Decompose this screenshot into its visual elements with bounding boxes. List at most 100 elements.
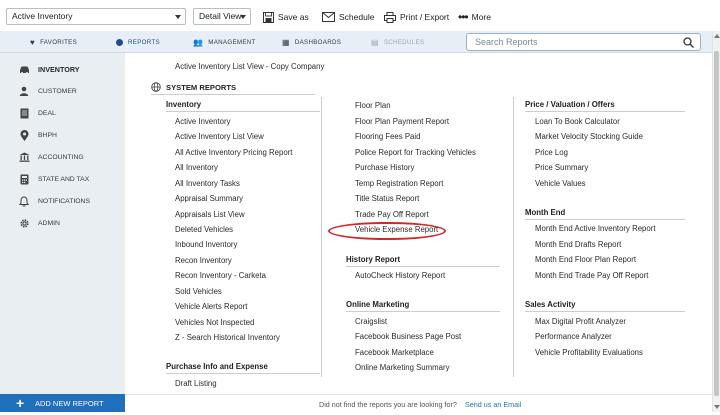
tab-dashboards-label: DASHBOARDS <box>294 38 342 46</box>
sidebar-item-label: DEAL <box>38 109 56 117</box>
people-icon: 👥 <box>193 37 204 47</box>
report-link[interactable]: All Inventory Tasks <box>175 179 240 188</box>
report-link[interactable]: Recon Inventory - Carketa <box>175 271 266 280</box>
sidebar-item-label: INVENTORY <box>38 64 80 74</box>
report-link[interactable]: AutoCheck History Report <box>355 271 445 280</box>
report-link[interactable]: Craigslist <box>355 317 387 326</box>
scrollbar[interactable] <box>712 31 720 412</box>
bell-icon <box>18 195 30 207</box>
search-box <box>466 33 701 51</box>
report-link[interactable]: Appraisals List View <box>175 210 245 219</box>
report-link[interactable]: Recon Inventory <box>175 256 232 265</box>
view-select[interactable]: Detail View <box>193 8 251 25</box>
add-new-report-label: ADD NEW REPORT <box>35 398 104 408</box>
sales-section-title: Sales Activity <box>525 300 576 309</box>
report-link[interactable]: Active Inventory List View <box>175 132 264 141</box>
schedule-label: Schedule <box>339 12 375 22</box>
tab-reports[interactable]: REPORTS <box>116 31 160 53</box>
sidebar-item-state-and-tax[interactable]: STATE AND TAX <box>0 168 125 190</box>
report-link[interactable]: Police Report for Tracking Vehicles <box>355 148 476 157</box>
month-end-section-title: Month End <box>525 208 566 217</box>
report-link[interactable]: Online Marketing Summary <box>355 363 449 372</box>
scroll-up-icon[interactable] <box>714 34 720 38</box>
view-select-value: Detail View <box>199 11 242 21</box>
highlight-ellipse <box>328 222 446 240</box>
tab-reports-label: REPORTS <box>128 38 160 46</box>
custom-report-link[interactable]: Active Inventory List View - Copy Compan… <box>175 62 324 71</box>
add-new-report-button[interactable]: + ADD NEW REPORT <box>0 394 125 412</box>
report-link[interactable]: Deleted Vehicles <box>175 225 233 234</box>
report-link[interactable]: Month End Drafts Report <box>535 240 621 249</box>
report-link[interactable]: Vehicle Values <box>535 179 586 188</box>
map-pin-icon <box>18 129 30 141</box>
report-link[interactable]: Market Velocity Stocking Guide <box>535 132 643 141</box>
report-link[interactable]: Month End Trade Pay Off Report <box>535 271 648 280</box>
sidebar-item-bhph[interactable]: BHPH <box>0 124 125 146</box>
chevron-down-icon <box>240 15 246 19</box>
save-as-button[interactable]: Save as <box>263 9 309 25</box>
search-icon[interactable] <box>683 37 694 48</box>
report-link[interactable]: Floor Plan <box>355 101 391 110</box>
search-input[interactable] <box>475 35 675 49</box>
report-link[interactable]: Purchase History <box>355 163 414 172</box>
printer-icon <box>384 11 396 23</box>
report-link[interactable]: Vehicle Profitability Evaluations <box>535 348 643 357</box>
more-label: More <box>471 12 491 22</box>
report-link[interactable]: Vehicles Not Inspected <box>175 318 254 327</box>
gear-icon <box>18 217 30 229</box>
tab-management-label: MANAGEMENT <box>208 38 256 46</box>
tab-management[interactable]: 👥 MANAGEMENT <box>193 31 256 53</box>
report-link[interactable]: Temp Registration Report <box>355 179 443 188</box>
report-link[interactable]: Max Digital Profit Analyzer <box>535 317 626 326</box>
sidebar-item-label: ACCOUNTING <box>38 153 84 161</box>
report-link[interactable]: Performance Analyzer <box>535 332 612 341</box>
report-link[interactable]: Month End Active Inventory Report <box>535 224 655 233</box>
section-divider <box>525 111 685 112</box>
send-email-link[interactable]: Send us an Email <box>465 400 521 409</box>
save-as-label: Save as <box>278 12 309 22</box>
scroll-down-icon[interactable] <box>714 405 720 409</box>
report-link[interactable]: Facebook Business Page Post <box>355 332 461 341</box>
report-link[interactable]: Z - Search Historical Inventory <box>175 333 280 342</box>
report-link[interactable]: Appraisal Summary <box>175 194 243 203</box>
sidebar-item-customer[interactable]: CUSTOMER <box>0 80 125 102</box>
tab-schedules: ▤ SCHEDULES <box>371 31 424 53</box>
report-select[interactable]: Active Inventory <box>6 8 186 25</box>
sidebar-item-accounting[interactable]: ACCOUNTING <box>0 146 125 168</box>
sidebar-item-label: ADMIN <box>38 219 60 227</box>
scrollbar-thumb[interactable] <box>714 51 719 396</box>
pie-chart-icon <box>116 38 123 46</box>
more-button[interactable]: ••• More <box>458 9 491 25</box>
sidebar-item-label: BHPH <box>38 131 57 139</box>
report-link[interactable]: Trade Pay Off Report <box>355 210 429 219</box>
sidebar-item-inventory[interactable]: INVENTORY <box>0 58 125 80</box>
inventory-section-title: Inventory <box>166 100 202 109</box>
report-link[interactable]: Sold Vehicles <box>175 287 222 296</box>
report-link[interactable]: Price Log <box>535 148 568 157</box>
report-link[interactable]: Floor Plan Payment Report <box>355 117 449 126</box>
tab-dashboards[interactable]: ▦ DASHBOARDS <box>282 31 341 53</box>
report-link[interactable]: Loan To Book Calculator <box>535 117 620 126</box>
section-divider <box>346 266 500 267</box>
schedule-button[interactable]: Schedule <box>322 9 374 25</box>
sidebar-item-deal[interactable]: DEAL <box>0 102 125 124</box>
report-link[interactable]: Draft Listing <box>175 379 217 388</box>
tab-favorites[interactable]: ♥ FAVORITES <box>30 31 77 53</box>
dashboard-icon: ▦ <box>282 37 290 47</box>
print-export-button[interactable]: Print / Export <box>384 9 449 25</box>
report-link[interactable]: Active Inventory <box>175 117 230 126</box>
car-icon <box>18 63 30 75</box>
report-link[interactable]: Inbound Inventory <box>175 240 237 249</box>
report-link[interactable]: All Active Inventory Pricing Report <box>175 148 292 157</box>
report-link[interactable]: Facebook Marketplace <box>355 348 434 357</box>
report-link[interactable]: Month End Floor Plan Report <box>535 255 636 264</box>
report-link[interactable]: Flooring Fees Paid <box>355 132 420 141</box>
report-link[interactable]: Price Summary <box>535 163 588 172</box>
report-link[interactable]: Title Status Report <box>355 194 419 203</box>
report-link[interactable]: All Inventory <box>175 163 218 172</box>
sidebar-item-notifications[interactable]: NOTIFICATIONS <box>0 190 125 212</box>
plus-icon: + <box>16 395 25 411</box>
sidebar-item-admin[interactable]: ADMIN <box>0 212 125 234</box>
report-link[interactable]: Vehicle Alerts Report <box>175 302 247 311</box>
chevron-down-icon <box>175 15 181 19</box>
